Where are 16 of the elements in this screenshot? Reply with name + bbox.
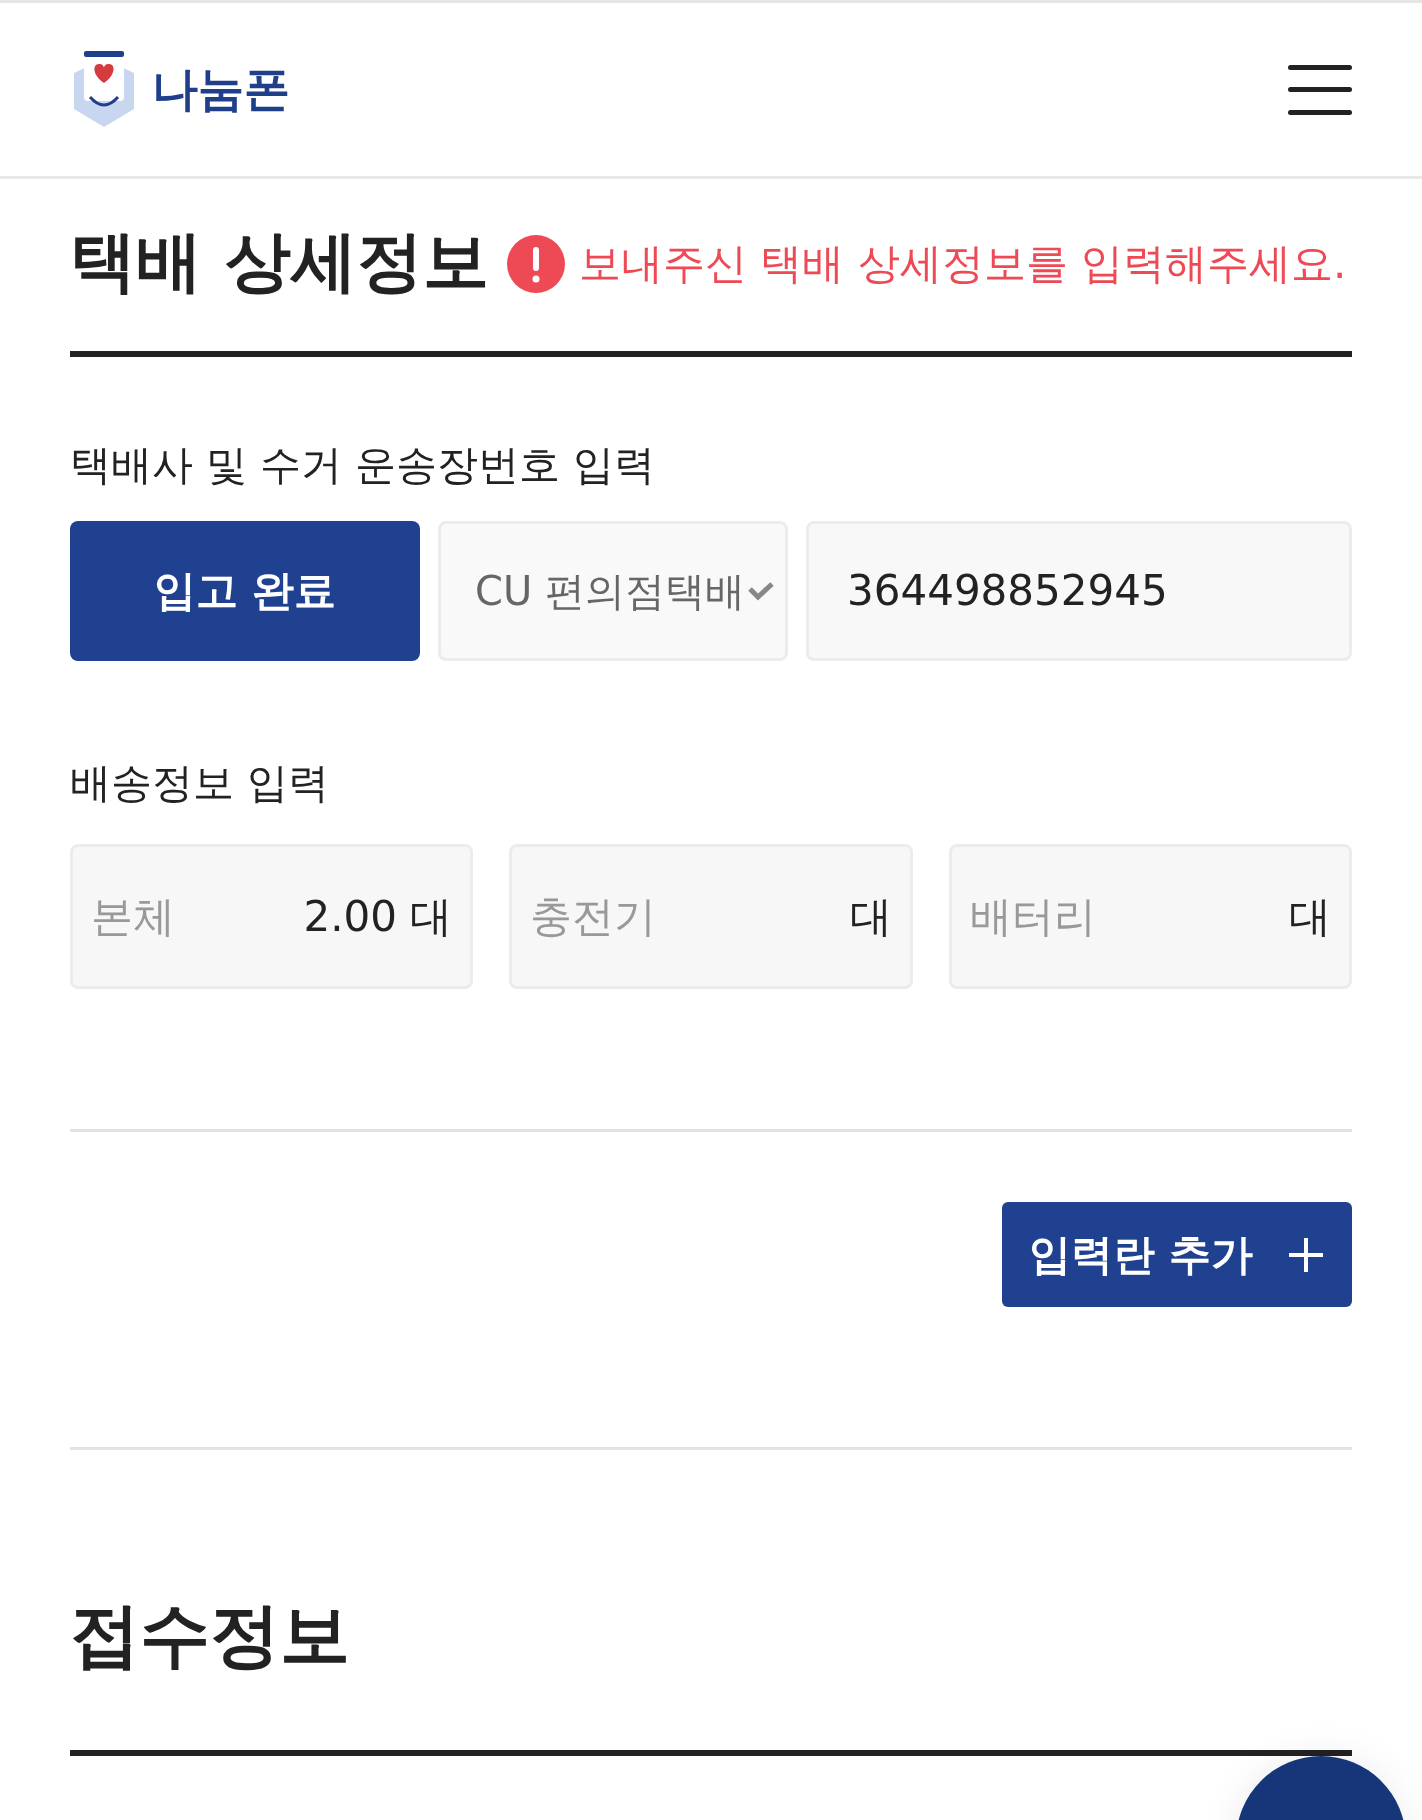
status-button[interactable]: 입고 완료: [70, 520, 420, 661]
tracking-number-field[interactable]: 364498852945: [806, 520, 1352, 661]
page-title: 택배 상세정보: [70, 229, 489, 295]
logo-text[interactable]: 나눔폰: [152, 55, 290, 124]
section-title: 접수정보: [70, 1600, 351, 1670]
error-message: 보내주신 택배 상세정보를 입력해주세요.: [579, 238, 1347, 290]
section-label: 배송정보 입력: [70, 757, 331, 809]
quantity-field[interactable]: 충전기 대: [509, 844, 913, 989]
quantity-field[interactable]: 배터리 대: [948, 844, 1352, 989]
courier-select[interactable]: CU 편의점택배: [438, 520, 788, 661]
plus-icon: [1287, 1235, 1326, 1274]
alert-icon: [507, 234, 565, 293]
menu-icon[interactable]: [1288, 64, 1352, 115]
quantity-field[interactable]: 본체 2.00 대: [70, 844, 474, 989]
add-field-button[interactable]: 입력란 추가: [1002, 1202, 1352, 1307]
section-label: 택배사 및 수거 운송장번호 입력: [70, 440, 657, 491]
